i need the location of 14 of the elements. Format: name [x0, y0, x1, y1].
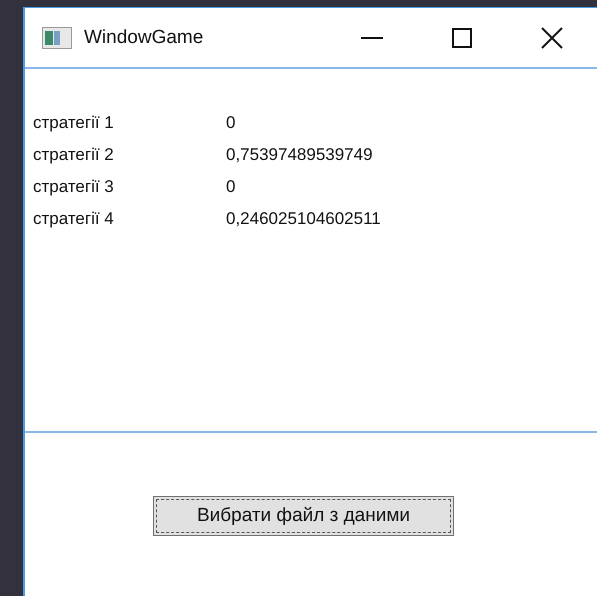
window-title: WindowGame	[84, 26, 204, 48]
strategy-label: стратегії 4	[33, 209, 115, 229]
strategy-value: 0	[226, 113, 236, 133]
maximize-icon	[452, 28, 472, 48]
strategy-label: стратегії 3	[33, 177, 115, 197]
strategy-value: 0,75397489539749	[226, 145, 373, 165]
close-icon	[541, 26, 563, 48]
app-icon	[42, 26, 72, 48]
choose-file-button[interactable]: Вибрати файл з даними	[153, 496, 454, 536]
strategy-label: стратегії 1	[33, 113, 115, 133]
strategy-value: 0	[226, 177, 236, 197]
strategy-value: 0,246025104602511	[226, 209, 381, 229]
strategy-label: стратегії 2	[33, 145, 115, 165]
minimize-icon	[361, 36, 383, 38]
